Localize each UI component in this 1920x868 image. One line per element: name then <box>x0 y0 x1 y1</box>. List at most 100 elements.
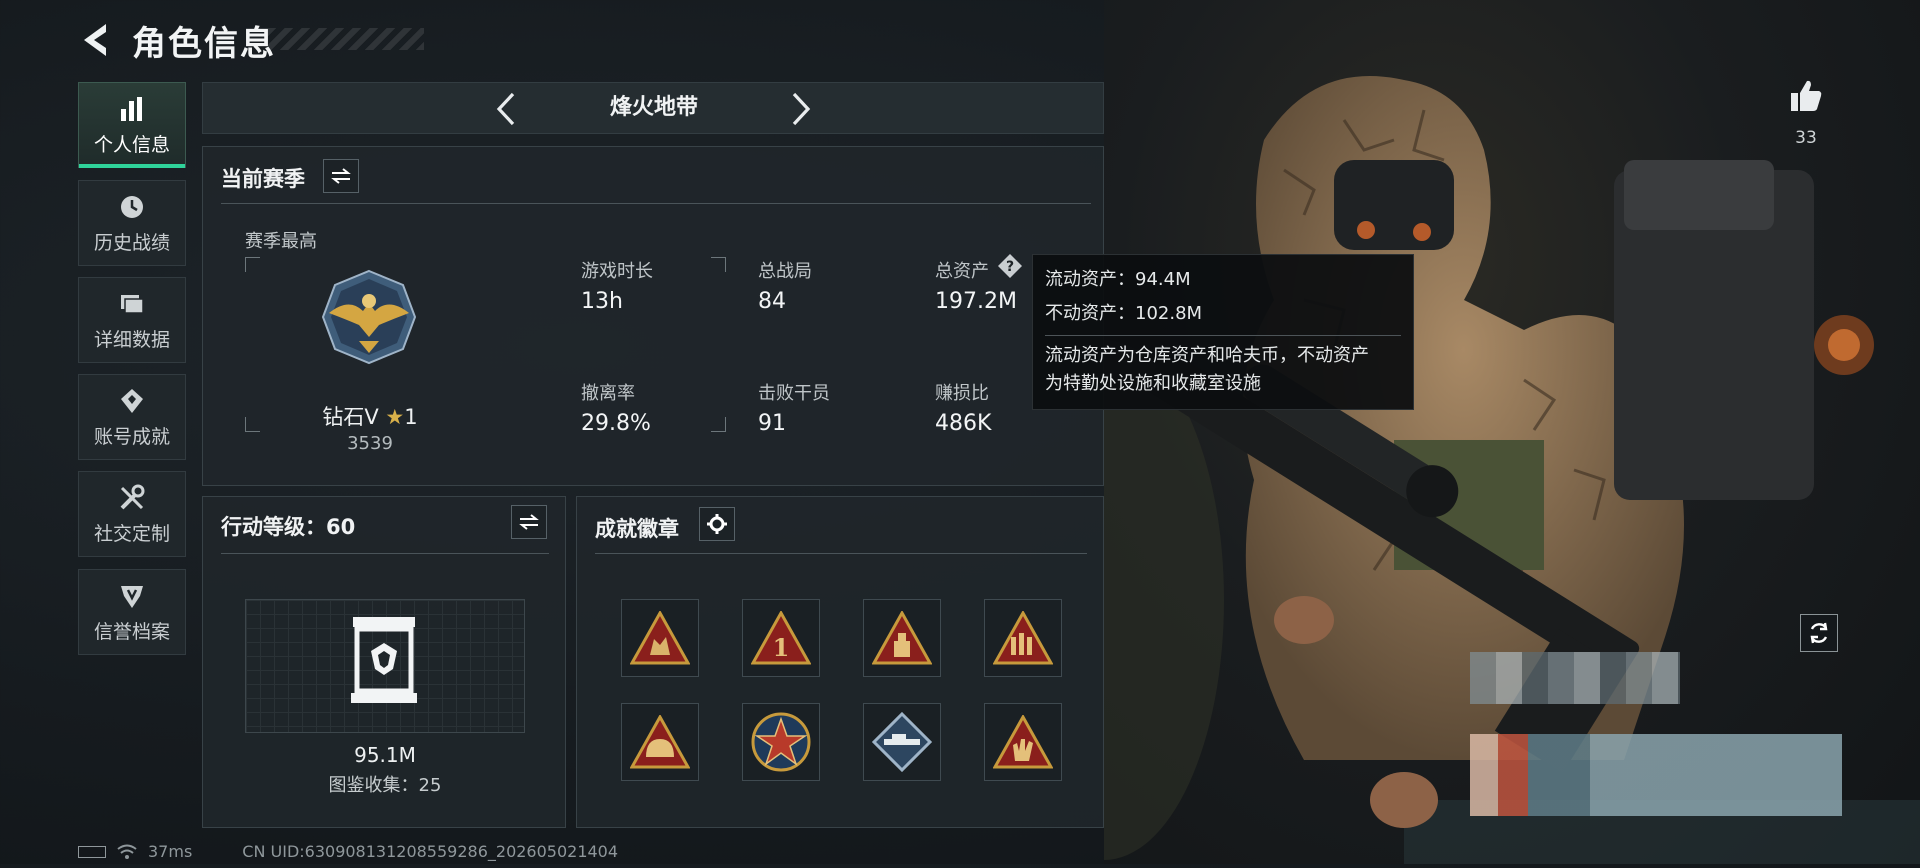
sidebar-item-history[interactable]: 历史战绩 <box>78 180 186 266</box>
divider <box>1045 335 1401 336</box>
action-level-title: 行动等级：60 <box>221 515 356 539</box>
stat-value: 91 <box>758 411 786 436</box>
rotate-button[interactable] <box>1800 614 1838 652</box>
player-card-redacted <box>1470 734 1842 816</box>
gear-icon <box>707 514 727 534</box>
achievements-settings-button[interactable] <box>699 507 735 541</box>
season-title: 当前赛季 <box>221 167 305 191</box>
achievement-badge[interactable] <box>863 703 941 781</box>
game-mode-selector: 烽火地带 <box>202 82 1104 134</box>
action-level-panel: 行动等级：60 95.1M 图鉴收集：25 <box>202 496 566 828</box>
action-value: 95.1M <box>354 743 416 767</box>
player-uid: CN UID:630908131208559286_202605021404 <box>242 842 619 861</box>
collection-case <box>349 615 419 707</box>
achievements-panel: 成就徽章 1 <box>576 496 1104 828</box>
achievement-badge[interactable] <box>621 703 699 781</box>
stat-label: 总战局 <box>758 261 812 282</box>
thumbs-up-icon <box>1791 80 1822 111</box>
back-arrow-icon <box>84 24 106 56</box>
page-title: 角色信息 <box>132 24 276 64</box>
stat-label: 击败干员 <box>758 383 830 404</box>
sidebar-item-label: 社交定制 <box>93 522 170 545</box>
likes-count: 33 <box>1795 128 1817 148</box>
like-button[interactable] <box>1785 76 1825 116</box>
tooltip-fixed-assets: 不动资产：102.8M <box>1045 303 1203 324</box>
wifi-icon <box>117 844 137 859</box>
number-one-badge-icon: 1 <box>751 611 811 665</box>
season-switch-button[interactable] <box>323 159 359 193</box>
star-icon: ★ <box>385 405 405 429</box>
swap-icon <box>331 168 351 184</box>
star-emblem-badge-icon <box>751 712 811 772</box>
achievement-badge[interactable]: 1 <box>742 599 820 677</box>
chevron-left-icon <box>496 92 515 126</box>
display-case-icon <box>351 617 417 703</box>
diamond-rank-icon <box>321 269 417 365</box>
rank-points: 3539 <box>347 433 393 454</box>
refresh-icon <box>1810 622 1828 644</box>
folder-icon <box>117 289 147 319</box>
achievements-title: 成就徽章 <box>595 517 679 541</box>
frame-corner <box>711 417 726 432</box>
sidebar-item-achievements[interactable]: 账号成就 <box>78 374 186 460</box>
sidebar-item-label: 账号成就 <box>93 425 170 448</box>
help-icon: ? <box>998 254 1022 278</box>
achievement-icon <box>117 386 147 416</box>
bar-chart-icon <box>117 94 147 124</box>
ammo-badge-icon <box>993 611 1053 665</box>
game-mode-title: 烽火地带 <box>609 95 698 120</box>
svg-text:?: ? <box>1006 259 1014 275</box>
soldiers-badge-icon <box>630 611 690 665</box>
sidebar-item-label: 个人信息 <box>93 133 170 156</box>
shield-icon <box>117 581 147 611</box>
stat-value: 29.8% <box>581 411 651 436</box>
rank-emblem <box>319 267 419 367</box>
stat-value: 13h <box>581 289 623 314</box>
stat-label: 游戏时长 <box>581 261 653 282</box>
assets-help-button[interactable]: ? <box>997 253 1023 279</box>
rank-name: 钻石V <box>322 405 379 429</box>
mode-next-button[interactable] <box>786 91 816 127</box>
divider <box>595 553 1087 554</box>
sidebar-item-label: 历史战绩 <box>93 231 170 254</box>
achievement-badge[interactable] <box>984 599 1062 677</box>
tooltip-liquid-assets: 流动资产：94.4M <box>1045 269 1191 290</box>
tooltip-description: 为特勤处设施和收藏室设施 <box>1045 373 1261 394</box>
assets-tooltip: 流动资产：94.4M 不动资产：102.8M 流动资产为仓库资产和哈夫币，不动资… <box>1032 254 1414 410</box>
divider <box>221 203 1091 204</box>
sidebar-item-personal-info[interactable]: 个人信息 <box>78 82 186 168</box>
mode-prev-button[interactable] <box>491 91 521 127</box>
action-level-switch-button[interactable] <box>511 505 547 539</box>
achievement-badge[interactable] <box>984 703 1062 781</box>
achievement-badge[interactable] <box>621 599 699 677</box>
swap-icon <box>519 514 539 530</box>
battery-icon <box>78 845 106 858</box>
clock-icon <box>117 192 147 222</box>
tools-icon <box>117 483 147 513</box>
rank-name-row: 钻石V ★1 <box>295 401 445 431</box>
player-name-redacted <box>1470 652 1680 704</box>
title-decoration <box>268 28 424 50</box>
stat-value: 197.2M <box>935 289 1017 314</box>
svg-text:1: 1 <box>773 633 790 662</box>
rifle-badge-icon <box>872 712 932 772</box>
status-bar: 37ms CN UID:630908131208559286_202605021… <box>78 842 618 861</box>
season-best-label: 赛季最高 <box>245 231 317 252</box>
achievement-badge[interactable] <box>863 599 941 677</box>
achievement-badge[interactable] <box>742 703 820 781</box>
rank-stars: 1 <box>404 405 418 429</box>
stat-value: 486K <box>935 411 992 436</box>
sidebar-item-detailed-data[interactable]: 详细数据 <box>78 277 186 363</box>
sidebar-item-social[interactable]: 社交定制 <box>78 471 186 557</box>
tooltip-description: 流动资产为仓库资产和哈夫币，不动资产 <box>1045 345 1369 366</box>
hand-sign-badge-icon <box>993 715 1053 769</box>
divider <box>221 553 549 554</box>
frame-corner <box>245 257 260 272</box>
sidebar-item-reputation[interactable]: 信誉档案 <box>78 569 186 655</box>
chevron-right-icon <box>792 92 811 126</box>
back-button[interactable] <box>78 20 114 60</box>
sidebar-item-label: 详细数据 <box>93 328 170 351</box>
ping-value: 37ms <box>148 842 193 861</box>
stat-label: 赚损比 <box>935 383 989 404</box>
frame-corner <box>245 417 260 432</box>
